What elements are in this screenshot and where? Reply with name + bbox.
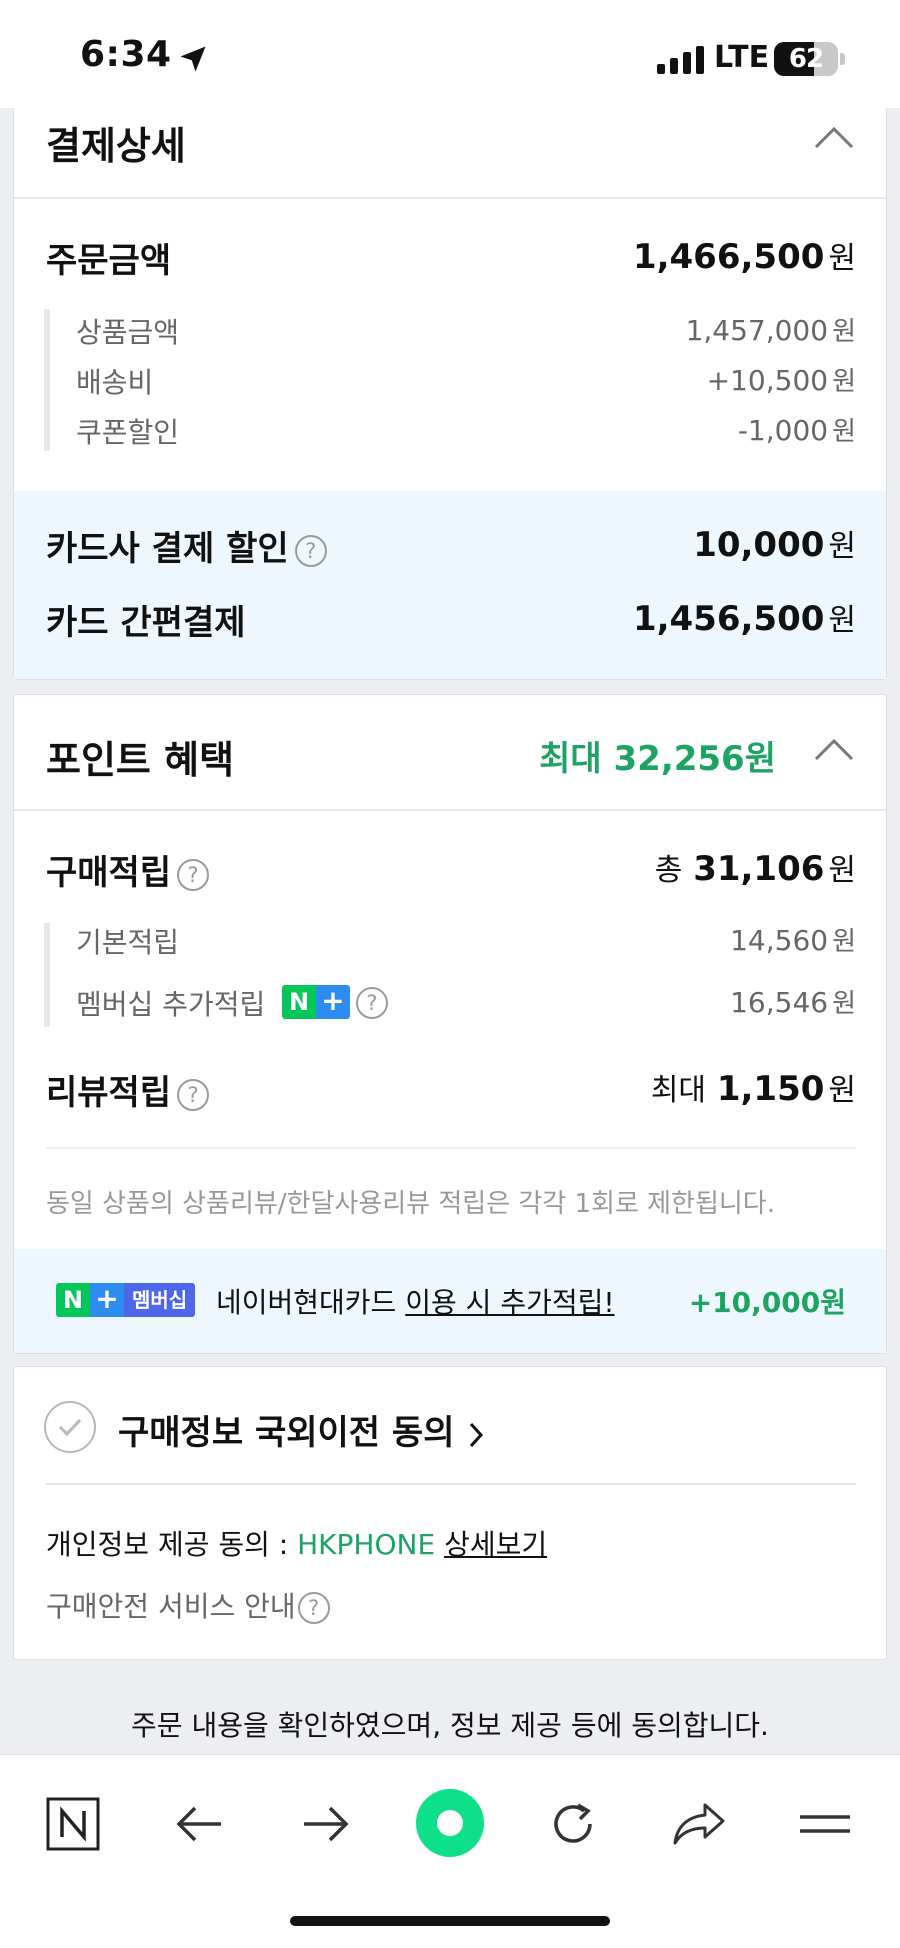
menu-icon bbox=[800, 1815, 850, 1833]
coupon-discount-value: -1,000 원 bbox=[737, 414, 856, 447]
point-benefit-title: 포인트 혜택 bbox=[46, 738, 235, 782]
naver-plus-badge: N + bbox=[282, 985, 350, 1019]
collapse-chevron-icon[interactable] bbox=[814, 737, 854, 761]
sub-items-bar bbox=[44, 309, 50, 451]
privacy-consent-row: 개인정보 제공 동의 : HKPHONE 상세보기 bbox=[46, 1528, 548, 1561]
promo-amount: +10,000원 bbox=[688, 1286, 846, 1319]
location-arrow-icon bbox=[180, 46, 206, 72]
membership-promo-band[interactable]: N + 멤버십 네이버현대카드 이용 시 추가적립! +10,000원 bbox=[14, 1249, 886, 1353]
green-dot-icon bbox=[416, 1789, 484, 1857]
shipping-fee-value: +10,500 원 bbox=[706, 364, 856, 397]
review-point-label: 리뷰적립? bbox=[46, 1065, 210, 1114]
order-confirm-text: 주문 내용을 확인하였으며, 정보 제공 등에 동의합니다. bbox=[131, 1709, 769, 1742]
review-point-value: 최대 1,150 원 bbox=[650, 1069, 856, 1109]
back-arrow-icon bbox=[176, 1806, 221, 1842]
menu-button[interactable] bbox=[790, 1789, 860, 1859]
purchase-point-label: 구매적립? bbox=[46, 845, 210, 894]
green-dot-button[interactable] bbox=[414, 1787, 486, 1859]
point-benefit-card: 포인트 혜택 최대 32,256원 구매적립? 총 31,106 원 기본적립 1… bbox=[13, 694, 887, 1354]
naver-membership-badge: N + 멤버십 bbox=[56, 1283, 196, 1317]
card-discount-value: 10,000 원 bbox=[693, 525, 856, 565]
detail-link[interactable]: 상세보기 bbox=[444, 1528, 547, 1561]
consent-card: 구매정보 국외이전 동의 개인정보 제공 동의 : HKPHONE 상세보기 구… bbox=[13, 1366, 887, 1660]
order-amount-value: 1,466,500 원 bbox=[632, 237, 856, 277]
divider bbox=[14, 197, 886, 199]
shipping-fee-label: 배송비 bbox=[76, 366, 154, 399]
promo-link[interactable]: 이용 시 추가적립! bbox=[405, 1286, 614, 1319]
battery-level: 62 bbox=[788, 44, 824, 74]
basic-point-value: 14,560 원 bbox=[730, 924, 856, 957]
promo-text: 네이버현대카드 이용 시 추가적립! bbox=[216, 1286, 615, 1319]
review-notice: 동일 상품의 상품리뷰/한달사용리뷰 적립은 각각 1회로 제한됩니다. bbox=[46, 1189, 775, 1219]
divider bbox=[46, 1483, 856, 1485]
product-amount-label: 상품금액 bbox=[76, 316, 180, 349]
status-bar: 6:34 LTE 62 bbox=[0, 0, 900, 108]
payment-detail-title: 결제상세 bbox=[46, 124, 186, 168]
forward-arrow-icon bbox=[304, 1806, 349, 1842]
product-amount-value: 1,457,000 원 bbox=[685, 314, 856, 347]
membership-point-value: 16,546 원 bbox=[730, 986, 856, 1019]
back-button[interactable] bbox=[165, 1789, 235, 1859]
divider bbox=[14, 809, 886, 811]
coupon-discount-label: 쿠폰할인 bbox=[76, 416, 180, 449]
payment-detail-card: 결제상세 주문금액 1,466,500 원 상품금액 1,457,000 원 배송비… bbox=[13, 100, 887, 680]
status-time: 6:34 bbox=[80, 34, 172, 75]
share-button[interactable] bbox=[664, 1789, 734, 1859]
naver-home-button[interactable] bbox=[38, 1789, 108, 1859]
help-icon[interactable]: ? bbox=[356, 987, 388, 1019]
sub-items-bar bbox=[44, 923, 50, 1027]
safety-service-row[interactable]: 구매안전 서비스 안내? bbox=[46, 1585, 330, 1625]
card-benefit-band: 카드사 결제 할인? 10,000 원 카드 간편결제 1,456,500 원 bbox=[14, 491, 886, 679]
chevron-right-icon bbox=[470, 1422, 484, 1447]
help-icon[interactable]: ? bbox=[297, 1592, 330, 1624]
refresh-icon bbox=[554, 1803, 592, 1843]
share-icon bbox=[673, 1803, 725, 1845]
card-discount-label: 카드사 결제 할인? bbox=[46, 521, 327, 570]
home-indicator bbox=[290, 1916, 610, 1926]
purchase-point-value: 총 31,106 원 bbox=[654, 849, 856, 889]
consent-checkbox[interactable] bbox=[44, 1401, 96, 1453]
divider bbox=[46, 1147, 856, 1149]
battery-tip bbox=[840, 53, 845, 65]
order-amount-label: 주문금액 bbox=[46, 241, 172, 281]
collapse-chevron-icon[interactable] bbox=[814, 125, 854, 149]
help-icon[interactable]: ? bbox=[177, 858, 210, 891]
help-icon[interactable]: ? bbox=[177, 1078, 210, 1111]
card-pay-value: 1,456,500 원 bbox=[632, 599, 856, 639]
seller-name: HKPHONE bbox=[297, 1528, 436, 1561]
refresh-button[interactable] bbox=[538, 1789, 608, 1859]
card-pay-label: 카드 간편결제 bbox=[46, 603, 246, 643]
naver-home-icon bbox=[46, 1797, 100, 1851]
membership-point-label: 멤버십 추가적립 bbox=[76, 988, 266, 1021]
check-icon bbox=[58, 1418, 82, 1437]
battery-icon: 62 bbox=[774, 42, 838, 76]
help-icon[interactable]: ? bbox=[294, 534, 327, 567]
basic-point-label: 기본적립 bbox=[76, 926, 180, 959]
overseas-transfer-consent[interactable]: 구매정보 국외이전 동의 bbox=[118, 1405, 486, 1454]
forward-button[interactable] bbox=[290, 1789, 360, 1859]
point-max-label: 최대 32,256원 bbox=[539, 739, 776, 779]
signal-icon bbox=[657, 46, 704, 74]
network-label: LTE bbox=[714, 40, 770, 75]
